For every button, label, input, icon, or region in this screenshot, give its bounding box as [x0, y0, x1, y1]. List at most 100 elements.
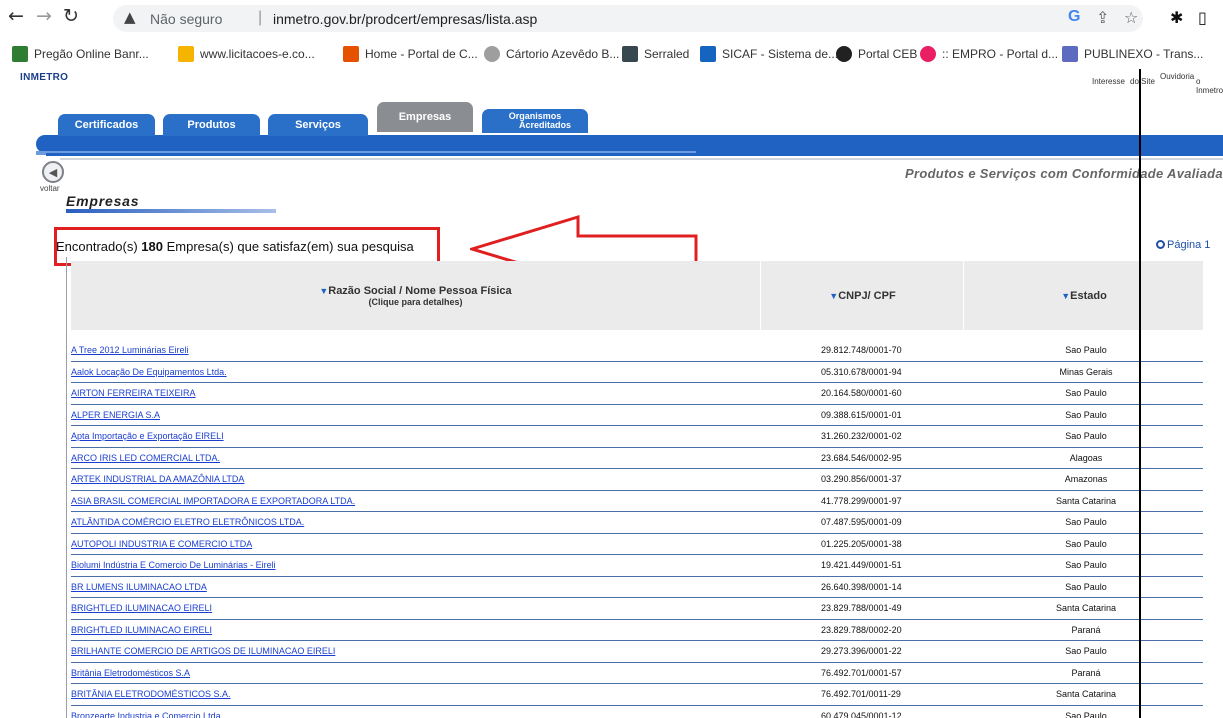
- company-name-link[interactable]: BRIGHTLED ILUMINACAO EIRELI: [71, 625, 212, 635]
- bookmark-favicon-icon: [178, 46, 194, 62]
- table-row[interactable]: Apta Importação e Exportação EIRELI 31.26…: [71, 426, 1203, 448]
- sort-arrow-icon: ▼: [319, 285, 329, 296]
- cnpj-cell: 76.492.701/0001-57: [821, 667, 902, 678]
- back-button-icon[interactable]: ◀: [42, 161, 64, 183]
- top-link[interactable]: do Site: [1130, 77, 1155, 86]
- tab-empresas[interactable]: Empresas: [377, 102, 473, 132]
- bookmark-item[interactable]: PUBLINEXO - Trans...: [1062, 45, 1203, 63]
- forward-arrow-icon[interactable]: →: [36, 5, 52, 27]
- column-header-label: Estado: [1070, 289, 1107, 302]
- url-text[interactable]: inmetro.gov.br/prodcert/empresas/lista.a…: [273, 11, 537, 27]
- bookmark-item[interactable]: www.licitacoes-e.co...: [178, 45, 315, 63]
- back-arrow-icon[interactable]: ←: [8, 5, 24, 27]
- state-cell: Sao Paulo: [1065, 431, 1107, 441]
- column-header-hint: (Clique para detalhes): [368, 296, 463, 307]
- bookmark-item[interactable]: SICAF - Sistema de...: [700, 45, 838, 63]
- company-name-link[interactable]: ALPER ENERGIA S.A: [71, 410, 160, 420]
- cnpj-cell: 23.829.788/0001-49: [821, 603, 902, 613]
- page-label[interactable]: Página 1: [1167, 239, 1210, 251]
- table-row[interactable]: Britânia Eletrodomésticos S.A 76.492.701/…: [71, 663, 1203, 684]
- google-icon[interactable]: G: [1068, 8, 1080, 26]
- company-name-link[interactable]: ARCO IRIS LED COMERCIAL LTDA.: [71, 453, 220, 463]
- company-name-link[interactable]: Aalok Locação De Equipamentos Ltda.: [71, 367, 227, 377]
- sort-arrow-icon: ▼: [1061, 290, 1071, 301]
- page-title: Empresas: [66, 193, 140, 209]
- table-header: ▼Razão Social / Nome Pessoa Física (Cliq…: [71, 261, 1203, 330]
- cnpj-cell: 20.164.580/0001-60: [821, 388, 902, 398]
- table-row[interactable]: AUTOPOLI INDUSTRIA E COMERCIO LTDA 01.225…: [71, 534, 1203, 555]
- company-name-link[interactable]: Apta Importação e Exportação EIRELI: [71, 431, 224, 441]
- tab-servicos[interactable]: Serviços: [268, 114, 368, 136]
- table-row[interactable]: Aalok Locação De Equipamentos Ltda. 05.31…: [71, 362, 1203, 383]
- bookmark-star-icon[interactable]: ☆: [1124, 8, 1138, 27]
- table-row[interactable]: ASIA BRASIL COMERCIAL IMPORTADORA E EXPO…: [71, 491, 1203, 512]
- state-cell: Paraná: [1071, 667, 1101, 678]
- company-name-link[interactable]: BR LUMENS ILUMINACAO LTDA: [71, 582, 207, 592]
- bookmark-item[interactable]: Cártorio Azevêdo B...: [484, 45, 619, 63]
- bookmark-item[interactable]: Portal CEB: [836, 45, 917, 63]
- sort-arrow-icon: ▼: [829, 290, 839, 301]
- top-link[interactable]: Ouvidoria: [1160, 72, 1194, 81]
- table-row[interactable]: BRITÂNIA ELETRODOMÉSTICOS S.A. 76.492.701…: [71, 684, 1203, 706]
- state-cell: Sao Paulo: [1065, 710, 1107, 718]
- table-row[interactable]: BRIGHTLED ILUMINACAO EIRELI 23.829.788/00…: [71, 598, 1203, 620]
- table-row[interactable]: A Tree 2012 Luminárias Eireli 29.812.748/…: [71, 340, 1203, 362]
- company-name-link[interactable]: ASIA BRASIL COMERCIAL IMPORTADORA E EXPO…: [71, 496, 355, 506]
- bookmark-favicon-icon: [1062, 46, 1078, 62]
- browser-toolbar: ← → ↻ ▲ Não seguro | inmetro.gov.br/prod…: [0, 0, 1223, 37]
- table-row[interactable]: ALPER ENERGIA S.A 09.388.615/0001-01 Sao P…: [71, 405, 1203, 426]
- company-name-link[interactable]: BRILHANTE COMERCIO DE ARTIGOS DE ILUMINA…: [71, 646, 335, 656]
- results-table: ▼Razão Social / Nome Pessoa Física (Cliq…: [66, 257, 1206, 718]
- bookmark-item[interactable]: Serraled: [622, 45, 689, 63]
- back-label[interactable]: voltar: [40, 184, 60, 193]
- top-link[interactable]: Interesse: [1092, 77, 1125, 86]
- bookmark-label: :: EMPRO - Portal d...: [942, 47, 1059, 61]
- table-row[interactable]: ARTEK INDUSTRIAL DA AMAZÔNIA LTDA 03.290.…: [71, 469, 1203, 491]
- side-panel-icon[interactable]: ▯: [1198, 8, 1207, 27]
- company-name-link[interactable]: AIRTON FERREIRA TEIXEIRA: [71, 388, 196, 398]
- company-name-link[interactable]: Biolumi Indústria E Comercio De Luminári…: [71, 560, 276, 570]
- column-header-state[interactable]: ▼Estado: [965, 261, 1203, 330]
- company-name-link[interactable]: ARTEK INDUSTRIAL DA AMAZÔNIA LTDA: [71, 474, 244, 484]
- bookmark-item[interactable]: Home - Portal de C...: [343, 45, 478, 63]
- pagination[interactable]: Página 1: [1156, 239, 1210, 251]
- table-row[interactable]: Biolumi Indústria E Comercio De Luminári…: [71, 555, 1203, 577]
- company-name-link[interactable]: Bronzearte Industria e Comercio Ltda.: [71, 711, 223, 718]
- inmetro-logo[interactable]: INMETRO: [20, 72, 68, 83]
- table-row[interactable]: AIRTON FERREIRA TEIXEIRA 20.164.580/0001-…: [71, 383, 1203, 405]
- reload-icon[interactable]: ↻: [63, 5, 79, 27]
- company-name-link[interactable]: ATLÂNTIDA COMÉRCIO ELETRO ELETRÔNICOS LT…: [71, 517, 304, 527]
- extensions-icon[interactable]: ✱: [1170, 8, 1183, 27]
- address-bar[interactable]: [113, 5, 1143, 32]
- company-name-link[interactable]: AUTOPOLI INDUSTRIA E COMERCIO LTDA: [71, 539, 252, 549]
- warning-icon[interactable]: ▲: [124, 8, 136, 26]
- table-row[interactable]: ARCO IRIS LED COMERCIAL LTDA. 23.684.546/…: [71, 448, 1203, 469]
- bookmark-item[interactable]: :: EMPRO - Portal d...: [920, 45, 1058, 63]
- table-row[interactable]: BRILHANTE COMERCIO DE ARTIGOS DE ILUMINA…: [71, 641, 1203, 663]
- state-cell: Minas Gerais: [1059, 366, 1113, 377]
- column-header-cnpj[interactable]: ▼CNPJ/ CPF: [762, 261, 964, 330]
- security-label[interactable]: Não seguro: [150, 11, 222, 27]
- tab-certificados[interactable]: Certificados: [58, 114, 155, 136]
- table-row[interactable]: Bronzearte Industria e Comercio Ltda. 60.…: [71, 706, 1203, 718]
- table-row[interactable]: ATLÂNTIDA COMÉRCIO ELETRO ELETRÔNICOS LT…: [71, 512, 1203, 534]
- company-name-link[interactable]: BRITÂNIA ELETRODOMÉSTICOS S.A.: [71, 689, 231, 699]
- company-name-link[interactable]: BRIGHTLED ILUMINACAO EIRELI: [71, 603, 212, 613]
- bookmark-favicon-icon: [343, 46, 359, 62]
- bookmark-label: SICAF - Sistema de...: [722, 47, 839, 61]
- company-name-link[interactable]: A Tree 2012 Luminárias Eireli: [71, 345, 189, 355]
- bookmark-label: Pregão Online Banr...: [34, 47, 149, 61]
- company-name-link[interactable]: Britânia Eletrodomésticos S.A: [71, 668, 190, 678]
- state-cell: Santa Catarina: [1055, 495, 1117, 506]
- top-link[interactable]: o Inmetro: [1196, 77, 1223, 95]
- state-cell: Amazonas: [1064, 474, 1108, 484]
- table-row[interactable]: BRIGHTLED ILUMINACAO EIRELI 23.829.788/00…: [71, 620, 1203, 641]
- bookmark-item[interactable]: Pregão Online Banr...: [12, 45, 149, 63]
- table-row[interactable]: BR LUMENS ILUMINACAO LTDA 26.640.398/0001…: [71, 577, 1203, 598]
- state-cell: Paraná: [1071, 624, 1101, 635]
- tab-produtos[interactable]: Produtos: [163, 114, 260, 136]
- page-radio-icon[interactable]: [1156, 240, 1165, 249]
- tab-organismos-acreditados[interactable]: Organismos Acreditados: [482, 109, 588, 133]
- share-icon[interactable]: ⇪: [1096, 8, 1109, 27]
- column-header-name[interactable]: ▼Razão Social / Nome Pessoa Física (Cliq…: [71, 261, 761, 330]
